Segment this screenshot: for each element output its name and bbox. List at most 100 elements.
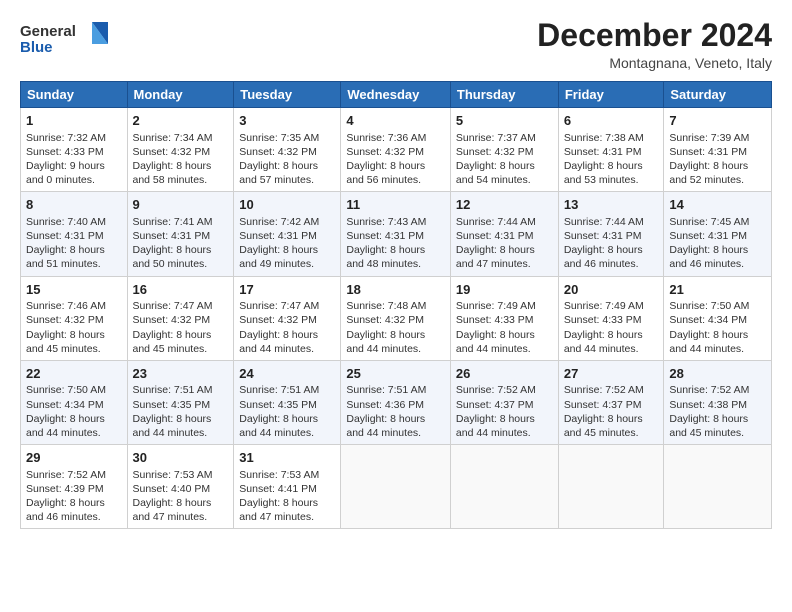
calendar-cell: 17Sunrise: 7:47 AMSunset: 4:32 PMDayligh… [234,276,341,360]
day-number: 18 [346,281,445,299]
title-block: December 2024 Montagnana, Veneto, Italy [537,18,772,71]
calendar-cell: 12Sunrise: 7:44 AMSunset: 4:31 PMDayligh… [450,192,558,276]
day-info: Sunrise: 7:53 AMSunset: 4:40 PMDaylight:… [133,468,229,525]
calendar-week-5: 29Sunrise: 7:52 AMSunset: 4:39 PMDayligh… [21,445,772,529]
calendar-cell: 25Sunrise: 7:51 AMSunset: 4:36 PMDayligh… [341,360,451,444]
day-info: Sunrise: 7:53 AMSunset: 4:41 PMDaylight:… [239,468,335,525]
calendar-cell: 6Sunrise: 7:38 AMSunset: 4:31 PMDaylight… [558,108,664,192]
day-number: 28 [669,365,766,383]
day-info: Sunrise: 7:51 AMSunset: 4:35 PMDaylight:… [133,383,229,440]
day-number: 2 [133,112,229,130]
day-number: 14 [669,196,766,214]
calendar-week-2: 8Sunrise: 7:40 AMSunset: 4:31 PMDaylight… [21,192,772,276]
logo: General Blue [20,18,110,65]
day-number: 11 [346,196,445,214]
day-number: 16 [133,281,229,299]
calendar-cell: 14Sunrise: 7:45 AMSunset: 4:31 PMDayligh… [664,192,772,276]
day-info: Sunrise: 7:47 AMSunset: 4:32 PMDaylight:… [133,299,229,356]
day-number: 13 [564,196,659,214]
day-number: 5 [456,112,553,130]
day-number: 27 [564,365,659,383]
calendar-cell: 19Sunrise: 7:49 AMSunset: 4:33 PMDayligh… [450,276,558,360]
calendar-cell [664,445,772,529]
calendar-cell: 30Sunrise: 7:53 AMSunset: 4:40 PMDayligh… [127,445,234,529]
day-info: Sunrise: 7:44 AMSunset: 4:31 PMDaylight:… [564,215,659,272]
svg-text:General: General [20,23,76,40]
weekday-header-sunday: Sunday [21,82,128,108]
day-info: Sunrise: 7:51 AMSunset: 4:36 PMDaylight:… [346,383,445,440]
day-number: 8 [26,196,122,214]
header: General Blue December 2024 Montagnana, V… [20,18,772,71]
calendar-cell: 20Sunrise: 7:49 AMSunset: 4:33 PMDayligh… [558,276,664,360]
day-info: Sunrise: 7:52 AMSunset: 4:38 PMDaylight:… [669,383,766,440]
calendar-cell: 29Sunrise: 7:52 AMSunset: 4:39 PMDayligh… [21,445,128,529]
day-info: Sunrise: 7:46 AMSunset: 4:32 PMDaylight:… [26,299,122,356]
day-number: 20 [564,281,659,299]
weekday-header-row: SundayMondayTuesdayWednesdayThursdayFrid… [21,82,772,108]
calendar-cell: 21Sunrise: 7:50 AMSunset: 4:34 PMDayligh… [664,276,772,360]
day-info: Sunrise: 7:41 AMSunset: 4:31 PMDaylight:… [133,215,229,272]
calendar-cell: 22Sunrise: 7:50 AMSunset: 4:34 PMDayligh… [21,360,128,444]
calendar-cell: 27Sunrise: 7:52 AMSunset: 4:37 PMDayligh… [558,360,664,444]
day-info: Sunrise: 7:45 AMSunset: 4:31 PMDaylight:… [669,215,766,272]
day-number: 4 [346,112,445,130]
calendar-cell: 9Sunrise: 7:41 AMSunset: 4:31 PMDaylight… [127,192,234,276]
logo-text: General Blue [20,18,110,65]
calendar-cell: 26Sunrise: 7:52 AMSunset: 4:37 PMDayligh… [450,360,558,444]
day-number: 24 [239,365,335,383]
day-number: 23 [133,365,229,383]
day-info: Sunrise: 7:49 AMSunset: 4:33 PMDaylight:… [456,299,553,356]
day-info: Sunrise: 7:50 AMSunset: 4:34 PMDaylight:… [26,383,122,440]
weekday-header-tuesday: Tuesday [234,82,341,108]
calendar-week-4: 22Sunrise: 7:50 AMSunset: 4:34 PMDayligh… [21,360,772,444]
weekday-header-thursday: Thursday [450,82,558,108]
day-number: 22 [26,365,122,383]
day-info: Sunrise: 7:39 AMSunset: 4:31 PMDaylight:… [669,131,766,188]
day-info: Sunrise: 7:35 AMSunset: 4:32 PMDaylight:… [239,131,335,188]
day-number: 6 [564,112,659,130]
calendar-cell: 31Sunrise: 7:53 AMSunset: 4:41 PMDayligh… [234,445,341,529]
calendar-cell: 11Sunrise: 7:43 AMSunset: 4:31 PMDayligh… [341,192,451,276]
calendar-cell: 8Sunrise: 7:40 AMSunset: 4:31 PMDaylight… [21,192,128,276]
day-info: Sunrise: 7:48 AMSunset: 4:32 PMDaylight:… [346,299,445,356]
day-info: Sunrise: 7:52 AMSunset: 4:39 PMDaylight:… [26,468,122,525]
day-info: Sunrise: 7:34 AMSunset: 4:32 PMDaylight:… [133,131,229,188]
calendar-cell [450,445,558,529]
calendar-week-1: 1Sunrise: 7:32 AMSunset: 4:33 PMDaylight… [21,108,772,192]
calendar-table: SundayMondayTuesdayWednesdayThursdayFrid… [20,81,772,529]
day-info: Sunrise: 7:50 AMSunset: 4:34 PMDaylight:… [669,299,766,356]
calendar-cell: 7Sunrise: 7:39 AMSunset: 4:31 PMDaylight… [664,108,772,192]
calendar-cell: 15Sunrise: 7:46 AMSunset: 4:32 PMDayligh… [21,276,128,360]
day-number: 21 [669,281,766,299]
day-number: 9 [133,196,229,214]
calendar-cell [558,445,664,529]
calendar-cell: 16Sunrise: 7:47 AMSunset: 4:32 PMDayligh… [127,276,234,360]
day-info: Sunrise: 7:42 AMSunset: 4:31 PMDaylight:… [239,215,335,272]
weekday-header-monday: Monday [127,82,234,108]
calendar-cell: 10Sunrise: 7:42 AMSunset: 4:31 PMDayligh… [234,192,341,276]
day-info: Sunrise: 7:36 AMSunset: 4:32 PMDaylight:… [346,131,445,188]
svg-text:Blue: Blue [20,39,53,56]
day-number: 15 [26,281,122,299]
day-number: 17 [239,281,335,299]
day-number: 12 [456,196,553,214]
calendar-cell: 24Sunrise: 7:51 AMSunset: 4:35 PMDayligh… [234,360,341,444]
calendar-week-3: 15Sunrise: 7:46 AMSunset: 4:32 PMDayligh… [21,276,772,360]
day-info: Sunrise: 7:52 AMSunset: 4:37 PMDaylight:… [564,383,659,440]
day-info: Sunrise: 7:38 AMSunset: 4:31 PMDaylight:… [564,131,659,188]
calendar-cell: 3Sunrise: 7:35 AMSunset: 4:32 PMDaylight… [234,108,341,192]
calendar-cell: 1Sunrise: 7:32 AMSunset: 4:33 PMDaylight… [21,108,128,192]
day-number: 10 [239,196,335,214]
weekday-header-friday: Friday [558,82,664,108]
day-info: Sunrise: 7:44 AMSunset: 4:31 PMDaylight:… [456,215,553,272]
day-info: Sunrise: 7:49 AMSunset: 4:33 PMDaylight:… [564,299,659,356]
calendar-cell: 4Sunrise: 7:36 AMSunset: 4:32 PMDaylight… [341,108,451,192]
day-number: 29 [26,449,122,467]
calendar-cell: 2Sunrise: 7:34 AMSunset: 4:32 PMDaylight… [127,108,234,192]
day-info: Sunrise: 7:32 AMSunset: 4:33 PMDaylight:… [26,131,122,188]
day-number: 1 [26,112,122,130]
calendar-cell: 5Sunrise: 7:37 AMSunset: 4:32 PMDaylight… [450,108,558,192]
calendar-cell: 28Sunrise: 7:52 AMSunset: 4:38 PMDayligh… [664,360,772,444]
calendar-cell [341,445,451,529]
location: Montagnana, Veneto, Italy [537,55,772,71]
